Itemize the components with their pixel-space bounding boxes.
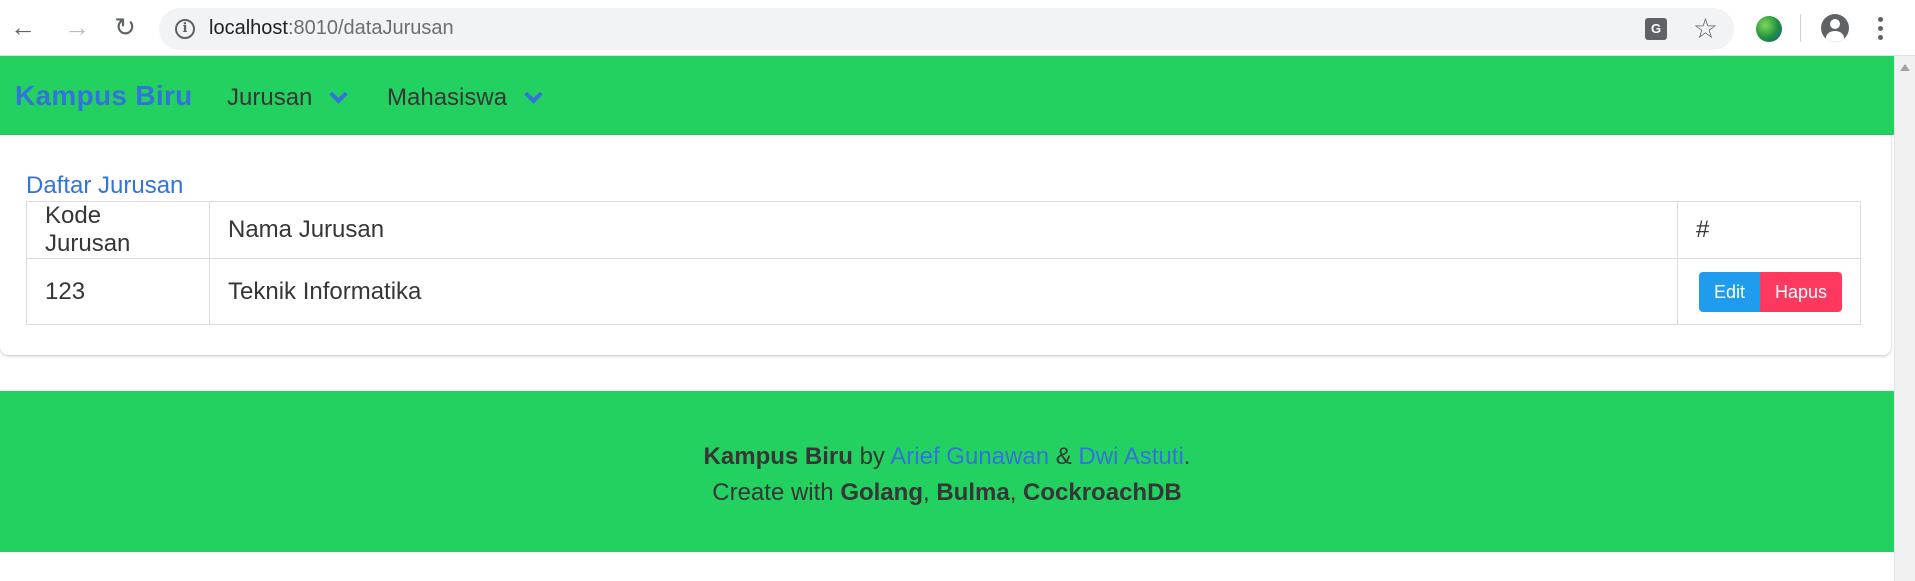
nav-item-mahasiswa[interactable]: Mahasiswa — [387, 84, 543, 112]
author-link-arief[interactable]: Arief Gunawan — [890, 443, 1049, 470]
column-header-actions: # — [1676, 201, 1862, 259]
footer-comma: , — [1009, 479, 1017, 506]
address-bar[interactable]: i localhost:8010/dataJurusan G ☆ — [159, 8, 1734, 50]
column-header-nama: Nama Jurusan — [209, 201, 1678, 259]
footer-brand: Kampus Biru — [703, 443, 853, 470]
edit-button[interactable]: Edit — [1698, 271, 1760, 312]
table-row: 123 Teknik Informatika Edit Hapus — [26, 258, 1862, 325]
nav-item-label: Jurusan — [227, 84, 313, 111]
jurusan-table: Kode Jurusan Nama Jurusan # 123 Teknik I… — [26, 201, 1862, 325]
tech-cockroachdb: CockroachDB — [1023, 479, 1182, 506]
url-text[interactable]: localhost:8010/dataJurusan — [209, 17, 454, 40]
cell-kode: 123 — [26, 258, 210, 325]
footer-amp: & — [1055, 443, 1072, 470]
toolbar-divider — [1800, 14, 1801, 42]
forward-arrow-icon[interactable]: → — [60, 10, 94, 44]
back-arrow-icon[interactable]: ← — [6, 10, 40, 44]
account-icon[interactable] — [1821, 14, 1849, 42]
nav-item-label: Mahasiswa — [387, 84, 508, 111]
translate-icon[interactable]: G — [1645, 18, 1667, 40]
column-header-kode: Kode Jurusan — [26, 201, 210, 259]
cell-nama: Teknik Informatika — [209, 258, 1678, 325]
navbar: Kampus Biru Jurusan Mahasiswa — [0, 56, 1894, 135]
star-icon[interactable]: ☆ — [1693, 12, 1718, 46]
footer-comma: , — [922, 479, 930, 506]
reload-icon[interactable]: ↻ — [108, 10, 142, 44]
page-title[interactable]: Daftar Jurusan — [26, 172, 183, 200]
footer-period: . — [1183, 443, 1191, 470]
nav-item-jurusan[interactable]: Jurusan — [227, 84, 349, 112]
content-box: Daftar Jurusan Kode Jurusan Nama Jurusan… — [0, 135, 1891, 355]
footer: Kampus Biru by Arief Gunawan & Dwi Astut… — [0, 391, 1894, 552]
table-header-row: Kode Jurusan Nama Jurusan # — [26, 201, 1862, 259]
extension-icon[interactable] — [1756, 16, 1782, 42]
page-content: Kampus Biru Jurusan Mahasiswa Daftar Jur… — [0, 56, 1894, 581]
hapus-button[interactable]: Hapus — [1759, 271, 1842, 312]
navbar-brand[interactable]: Kampus Biru — [15, 80, 193, 112]
footer-by-text: by — [859, 443, 885, 470]
footer-create-with: Create with — [712, 479, 834, 506]
cell-actions: Edit Hapus — [1676, 258, 1862, 325]
scroll-up-arrow-icon[interactable] — [1900, 64, 1910, 71]
kebab-menu-icon[interactable] — [1870, 12, 1890, 44]
chevron-down-icon — [329, 84, 349, 104]
chevron-down-icon — [524, 84, 543, 104]
author-link-dwi[interactable]: Dwi Astuti — [1078, 443, 1183, 470]
browser-toolbar: ← → ↻ i localhost:8010/dataJurusan G ☆ — [0, 0, 1915, 56]
tech-golang: Golang — [840, 479, 923, 506]
footer-credits: Kampus Biru by Arief Gunawan & Dwi Astut… — [0, 439, 1894, 475]
info-icon[interactable]: i — [175, 19, 195, 39]
vertical-scrollbar[interactable] — [1894, 56, 1915, 581]
footer-tech: Create with Golang, Bulma, CockroachDB — [0, 475, 1894, 511]
tech-bulma: Bulma — [936, 479, 1010, 506]
